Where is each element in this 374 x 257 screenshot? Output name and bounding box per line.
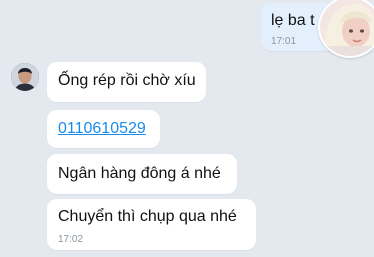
avatar[interactable] [11, 63, 39, 91]
incoming-message[interactable]: Ống rép rồi chờ xíu [47, 62, 206, 102]
incoming-message-text: Ngân hàng đông á nhé [58, 165, 221, 182]
outgoing-message-time: 17:01 [271, 36, 297, 47]
incoming-message-text: Chuyển thì chụp qua nhé [58, 208, 237, 225]
incoming-message-time: 17:02 [58, 234, 84, 245]
incoming-message[interactable]: Ngân hàng đông á nhé [47, 154, 237, 194]
incoming-message[interactable]: Chuyển thì chụp qua nhé 17:02 [47, 199, 256, 250]
incoming-message[interactable]: 0110610529 [47, 110, 160, 148]
account-number-link[interactable]: 0110610529 [58, 120, 146, 138]
outgoing-message-text: lẹ ba t [271, 12, 315, 29]
incoming-message-text: Ống rép rồi chờ xíu [58, 72, 196, 89]
